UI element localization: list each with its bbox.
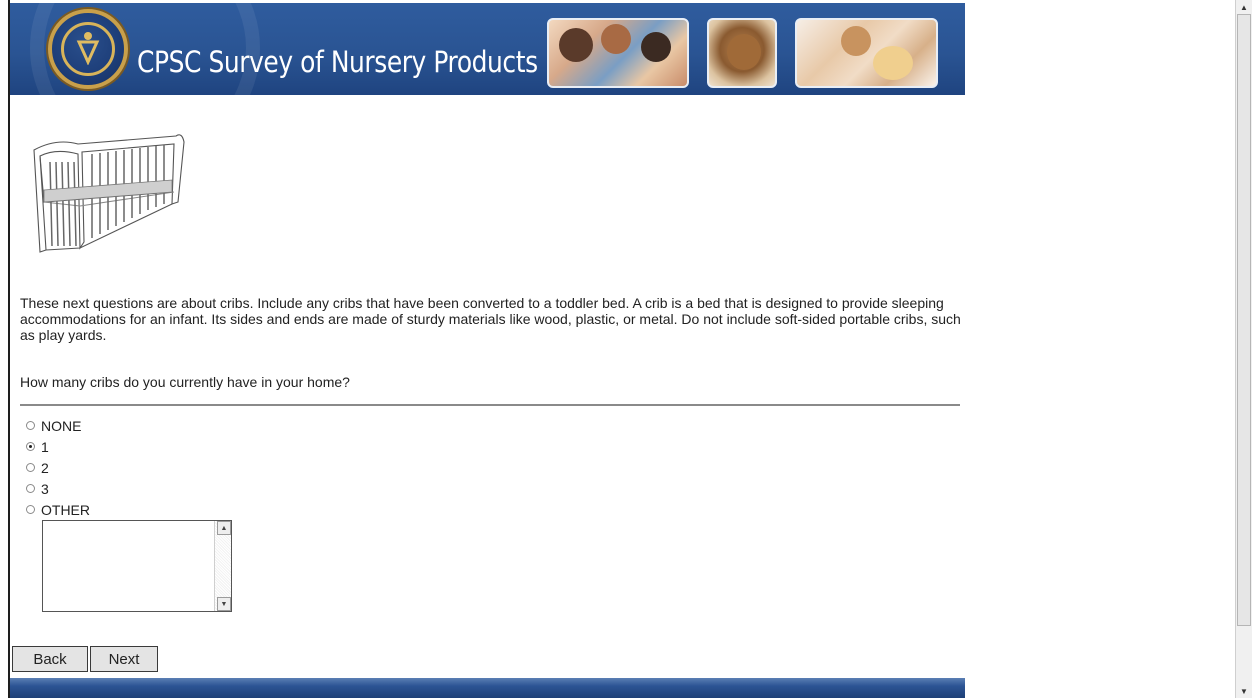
textarea-scrollbar[interactable]: ▲ ▼ [214,521,231,611]
header-banner: CPSC Survey of Nursery Products [10,3,965,95]
left-border [8,0,10,698]
radio-3[interactable] [26,484,35,493]
textarea-scroll-down-icon[interactable]: ▼ [217,597,231,611]
page-scrollbar[interactable]: ▲ ▼ [1235,0,1252,698]
question-divider [20,404,960,406]
scroll-down-arrow-icon[interactable]: ▼ [1236,684,1252,698]
cpsc-emblem-icon [76,32,100,65]
option-label-other: OTHER [41,501,90,518]
other-textarea[interactable]: ▲ ▼ [42,520,232,612]
intro-text: These next questions are about cribs. In… [20,295,961,343]
option-3[interactable]: 3 [26,478,90,499]
option-2[interactable]: 2 [26,457,90,478]
option-label-3: 3 [41,480,49,497]
back-button[interactable]: Back [12,646,88,672]
scrollbar-thumb[interactable] [1237,14,1251,626]
option-other[interactable]: OTHER [26,499,90,520]
option-none[interactable]: NONE [26,415,90,436]
scroll-up-arrow-icon[interactable]: ▲ [1236,0,1252,14]
radio-other[interactable] [26,505,35,514]
question-text: How many cribs do you currently have in … [20,374,350,390]
radio-none[interactable] [26,421,35,430]
radio-2[interactable] [26,463,35,472]
header-photo-teddy-bear [707,18,777,88]
textarea-scroll-up-icon[interactable]: ▲ [217,521,231,535]
cpsc-seal-logo [48,9,128,89]
header-photo-family [547,18,689,88]
footer-bar [10,678,965,698]
option-1[interactable]: 1 [26,436,90,457]
option-label-none: NONE [41,417,82,434]
survey-page: CPSC Survey of Nursery Products These ne… [0,0,1235,698]
crib-count-options: NONE 1 2 3 OTHER [26,415,90,520]
option-label-1: 1 [41,438,49,455]
crib-illustration [33,134,185,253]
header-photo-mother-child [795,18,938,88]
radio-1[interactable] [26,442,35,451]
site-title: CPSC Survey of Nursery Products [137,45,538,79]
next-button[interactable]: Next [90,646,158,672]
option-label-2: 2 [41,459,49,476]
